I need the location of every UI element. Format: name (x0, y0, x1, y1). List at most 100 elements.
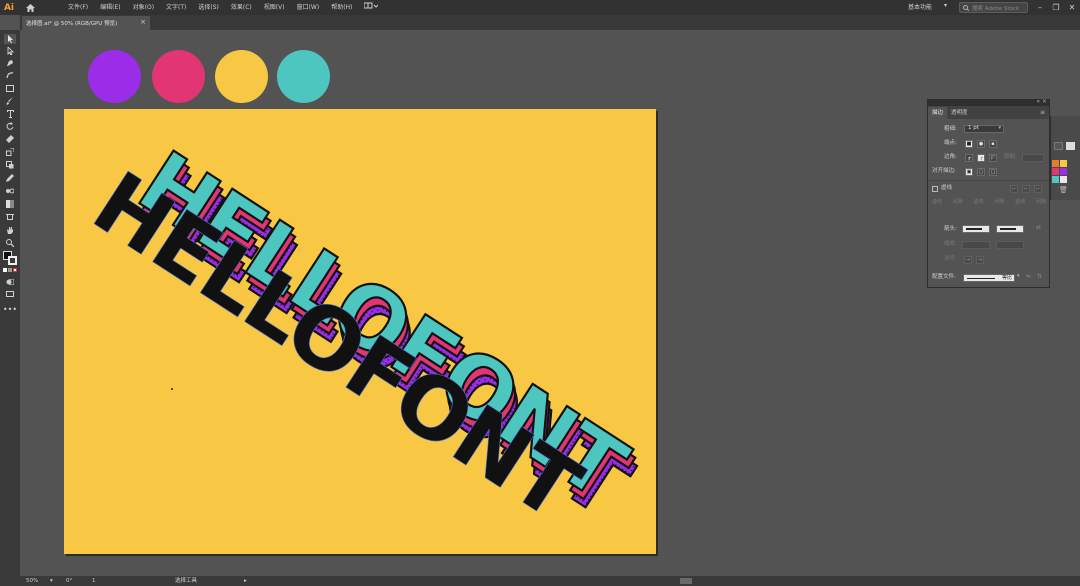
gap-field-3[interactable]: 间隙 (1036, 198, 1046, 206)
close-icon[interactable]: ✕ (1064, 0, 1080, 15)
swap-arrows-icon[interactable]: ⇄ (1036, 224, 1041, 231)
page-number[interactable]: 1 (92, 577, 96, 585)
round-cap-icon[interactable]: ● (977, 140, 985, 148)
eraser-tool-icon[interactable] (4, 134, 16, 144)
scale-tool-icon[interactable] (4, 147, 16, 157)
rotation-value[interactable]: 0° (66, 577, 72, 585)
gap-field-2[interactable]: 间隙 (994, 198, 1004, 206)
swatch-orange[interactable] (1052, 160, 1059, 167)
rotate-tool-icon[interactable] (4, 121, 16, 131)
bevel-join-icon[interactable]: ◸ (989, 154, 997, 162)
miter-join-icon[interactable]: ┏ (965, 154, 973, 162)
direct-selection-tool-icon[interactable] (4, 46, 16, 56)
swatch-teal[interactable] (1052, 176, 1059, 183)
list-view-icon[interactable] (1054, 142, 1063, 150)
artboard-tool-icon[interactable] (4, 212, 16, 222)
eyedropper-tool-icon[interactable] (4, 173, 16, 183)
arrow-end-select[interactable] (996, 225, 1024, 233)
align-outside-icon[interactable]: □ (989, 168, 997, 176)
none-mode-icon[interactable] (13, 268, 17, 272)
tab-transparency[interactable]: 透明度 (947, 107, 972, 119)
arrow-place-icon[interactable]: → (976, 256, 984, 264)
profile-select[interactable]: 等比 (963, 274, 1015, 282)
chevron-down-icon[interactable]: ▾ (50, 577, 53, 585)
menu-effect[interactable]: 效果(C) (225, 0, 258, 15)
swatch-purple[interactable] (1060, 168, 1067, 175)
shape-builder-tool-icon[interactable] (4, 160, 16, 170)
swatch-yellow[interactable] (1060, 160, 1067, 167)
horizontal-scrollbar-thumb[interactable] (680, 578, 692, 584)
maximize-icon[interactable]: ❐ (1048, 0, 1064, 15)
arrow-start-select[interactable] (962, 225, 990, 233)
rectangle-tool-icon[interactable] (4, 83, 16, 93)
chevron-down-icon[interactable]: ▾ (998, 125, 1001, 131)
dash-corner-icon[interactable]: ⌐ (1034, 185, 1042, 193)
chevron-down-icon[interactable]: ▾ (1017, 273, 1020, 279)
dash-preserve-icon[interactable]: ⌐ (1010, 185, 1018, 193)
scale-end-input[interactable] (996, 241, 1024, 249)
type-tool-icon[interactable] (4, 109, 16, 119)
minimize-icon[interactable]: – (1032, 0, 1048, 15)
align-center-icon[interactable]: ▣ (965, 168, 973, 176)
butt-cap-icon[interactable]: ■ (965, 140, 973, 148)
tab-stroke[interactable]: 描边 (928, 107, 948, 119)
menu-view[interactable]: 视图(V) (258, 0, 291, 15)
close-icon[interactable]: × (138, 16, 148, 28)
scale-start-input[interactable] (962, 241, 990, 249)
round-join-icon[interactable]: ╭ (977, 154, 985, 162)
limit-input[interactable] (1022, 154, 1044, 162)
grid-view-icon[interactable] (1066, 142, 1075, 150)
menu-help[interactable]: 帮助(H) (325, 0, 358, 15)
dash-field-3[interactable]: 虚线 (1015, 198, 1025, 206)
chevron-down-icon[interactable]: ▾ (944, 2, 947, 9)
selection-tool-icon[interactable] (4, 34, 16, 44)
color-circle-pink[interactable] (152, 50, 205, 103)
screen-mode-icon[interactable] (4, 289, 16, 299)
flip-vertical-icon[interactable]: ⇅ (1037, 273, 1042, 280)
pen-tool-icon[interactable] (4, 58, 16, 68)
zoom-tool-icon[interactable] (4, 238, 16, 248)
collapse-icon[interactable]: « (1036, 98, 1040, 105)
gap-field-1[interactable]: 间隙 (953, 198, 963, 206)
swatch-white[interactable] (1060, 176, 1067, 183)
menu-file[interactable]: 文件(F) (62, 0, 94, 15)
dashed-checkbox[interactable] (932, 186, 938, 192)
curvature-tool-icon[interactable] (4, 70, 16, 80)
fill-stroke-swatch[interactable] (3, 251, 17, 265)
projecting-cap-icon[interactable]: ▪ (989, 140, 997, 148)
panel-menu-icon[interactable]: ≡ (1040, 107, 1045, 119)
draw-mode-icon[interactable] (4, 277, 16, 287)
menu-edit[interactable]: 编辑(E) (94, 0, 126, 15)
align-inside-icon[interactable]: ▢ (977, 168, 985, 176)
menu-object[interactable]: 对象(O) (127, 0, 160, 15)
arrow-tip-icon[interactable]: → (964, 256, 972, 264)
color-circle-teal[interactable] (277, 50, 330, 103)
gradient-mode-icon[interactable] (8, 268, 12, 272)
color-circle-purple[interactable] (88, 50, 141, 103)
play-icon[interactable]: ▸ (244, 577, 247, 585)
dash-align-icon[interactable]: ⌐ (1022, 185, 1030, 193)
stock-search-input[interactable]: 搜索 Adobe Stock (959, 2, 1028, 13)
more-tools-icon[interactable]: ••• (3, 304, 17, 314)
color-mode-icon[interactable] (3, 268, 7, 272)
flip-horizontal-icon[interactable]: ⇋ (1026, 273, 1031, 280)
menu-window[interactable]: 窗口(W) (291, 0, 326, 15)
gradient-tool-icon[interactable] (4, 199, 16, 209)
stroke-color[interactable] (8, 256, 17, 265)
home-icon[interactable] (22, 0, 38, 15)
document-tab[interactable]: 选择图.ai* @ 50% (RGB/GPU 预览) (22, 16, 150, 30)
dash-field-2[interactable]: 虚线 (974, 198, 984, 206)
menu-select[interactable]: 选择(S) (192, 0, 225, 15)
close-icon[interactable]: × (1042, 98, 1047, 105)
weight-input[interactable]: 1 pt ▾ (964, 125, 1004, 133)
artboard[interactable]: HELLOFONT HELLOFONT HELLOFONT HELLOFONT (64, 109, 656, 554)
layout-icon[interactable] (358, 0, 384, 15)
color-circle-yellow[interactable] (215, 50, 268, 103)
paintbrush-tool-icon[interactable] (4, 96, 16, 106)
dash-field-1[interactable]: 虚线 (932, 198, 942, 206)
menu-type[interactable]: 文字(T) (160, 0, 192, 15)
blend-tool-icon[interactable] (4, 186, 16, 196)
delete-icon[interactable]: 🗑 (1059, 186, 1068, 194)
hand-tool-icon[interactable] (4, 225, 16, 235)
workspace-switcher[interactable]: 基本功能 (908, 2, 932, 13)
